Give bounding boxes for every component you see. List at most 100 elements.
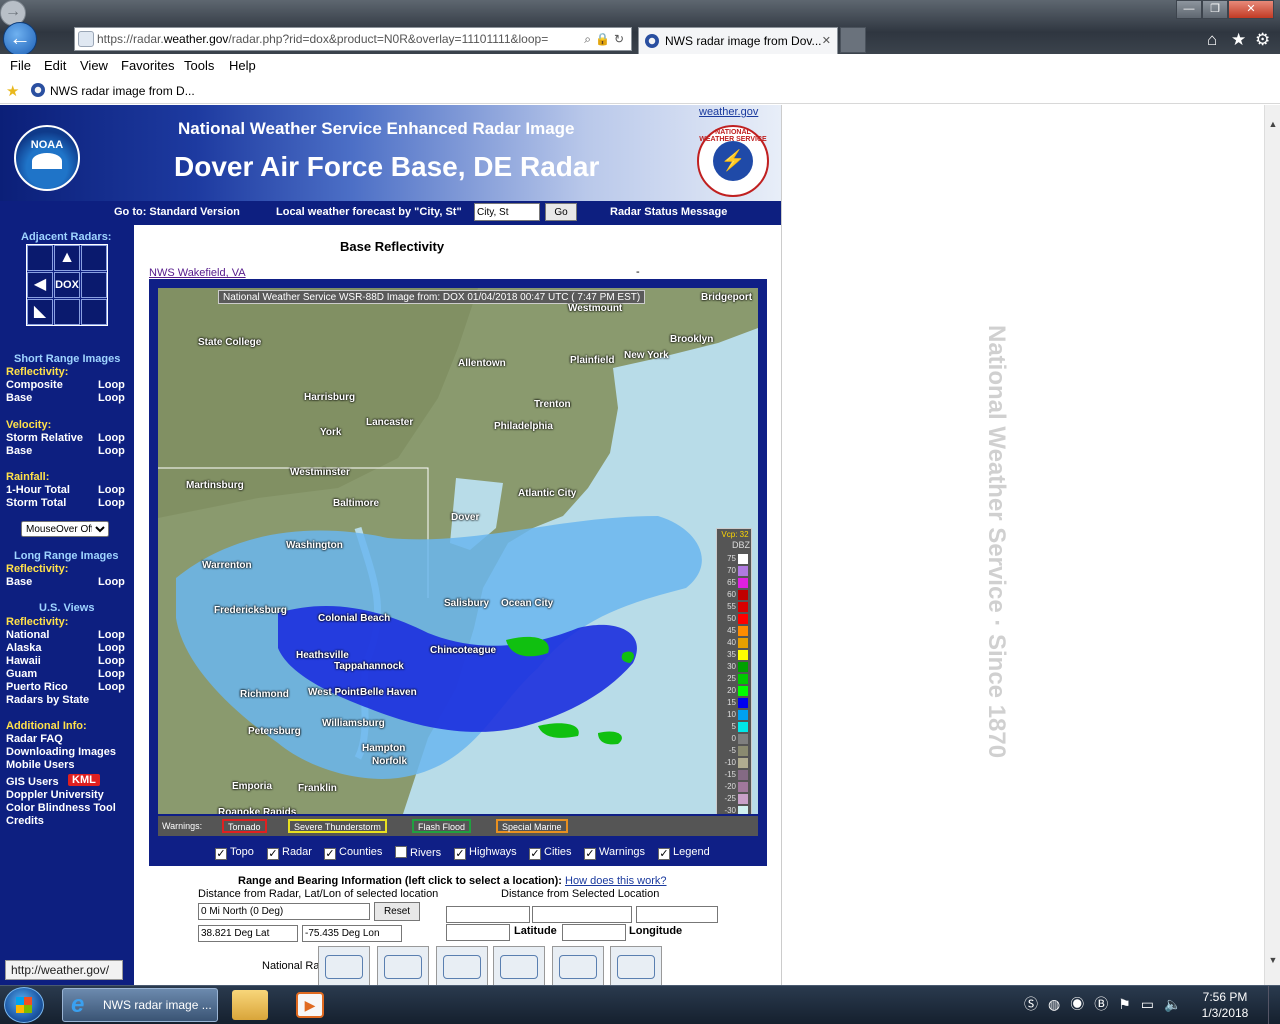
- favorites-star-icon[interactable]: ★: [6, 82, 19, 100]
- warning-tornado[interactable]: Tornado: [222, 819, 267, 833]
- base-velocity-link[interactable]: Base: [6, 445, 32, 457]
- menu-edit[interactable]: Edit: [44, 58, 66, 73]
- radar-status-link[interactable]: Radar Status Message: [610, 206, 727, 218]
- color-blindness-link[interactable]: Color Blindness Tool: [6, 802, 116, 814]
- composite-loop-link[interactable]: Loop: [98, 379, 125, 391]
- hawaii-loop-link[interactable]: Loop: [98, 655, 125, 667]
- weather-gov-link[interactable]: weather.gov: [699, 106, 758, 118]
- kml-badge[interactable]: KML: [68, 774, 100, 786]
- tab-close-icon[interactable]: ✕: [822, 28, 831, 54]
- warning-severe-thunderstorm[interactable]: Severe Thunderstorm: [288, 819, 387, 833]
- national-loop-link[interactable]: Loop: [98, 629, 125, 641]
- cities-checkbox[interactable]: ✓: [529, 848, 541, 860]
- storm-total-link[interactable]: Storm Total: [6, 497, 66, 509]
- address-bar[interactable]: https://radar.weather.gov/radar.php?rid=…: [74, 27, 632, 51]
- bluetooth-icon[interactable]: Ⓑ: [1094, 996, 1118, 1012]
- nws-logo[interactable]: NATIONAL WEATHER SERVICE ⚡: [697, 125, 769, 197]
- composite-reflectivity-link[interactable]: Composite: [6, 379, 63, 391]
- address-bar-icons[interactable]: ⌕🔒↻: [584, 28, 628, 50]
- base-reflectivity-link[interactable]: Base: [6, 392, 32, 404]
- alaska-link[interactable]: Alaska: [6, 642, 41, 654]
- vertical-scrollbar[interactable]: ▲ ▼: [1264, 105, 1280, 985]
- downloading-images-link[interactable]: Downloading Images: [6, 746, 116, 758]
- noaa-logo[interactable]: NOAA: [14, 125, 80, 191]
- radar-map[interactable]: National Weather Service WSR-88D Image f…: [158, 288, 758, 814]
- standard-version-link[interactable]: Go to: Standard Version: [114, 206, 240, 218]
- show-desktop-button[interactable]: [1268, 986, 1280, 1024]
- highways-checkbox[interactable]: ✓: [454, 848, 466, 860]
- layer-cities[interactable]: ✓ Cities: [529, 846, 572, 860]
- menu-tools[interactable]: Tools: [184, 58, 214, 73]
- legend-checkbox[interactable]: ✓: [658, 848, 670, 860]
- thumbnail-region-5[interactable]: [610, 946, 662, 985]
- puerto-rico-link[interactable]: Puerto Rico: [6, 681, 68, 693]
- new-tab-button[interactable]: [840, 27, 866, 53]
- thumbnail-region-2[interactable]: [436, 946, 488, 985]
- search-icon[interactable]: ⌕: [584, 32, 595, 46]
- clock-date[interactable]: 1/3/2018: [1190, 1006, 1260, 1020]
- layer-highways[interactable]: ✓ Highways: [454, 846, 517, 860]
- gear-icon[interactable]: ⚙: [1255, 30, 1270, 50]
- thumbnail-region-4[interactable]: [552, 946, 604, 985]
- mouseover-select[interactable]: MouseOver Off: [21, 521, 109, 537]
- selected-distance-field-2[interactable]: [532, 906, 632, 923]
- back-button[interactable]: ←: [3, 22, 37, 56]
- media-player-icon[interactable]: ▶: [296, 992, 324, 1018]
- guam-loop-link[interactable]: Loop: [98, 668, 125, 680]
- longitude-value-field[interactable]: -75.435 Deg Lon: [302, 925, 402, 942]
- start-button[interactable]: [4, 987, 44, 1023]
- latitude-value-field[interactable]: 38.821 Deg Lat: [198, 925, 298, 942]
- storm-relative-loop-link[interactable]: Loop: [98, 432, 125, 444]
- flag-icon[interactable]: ⚑: [1118, 996, 1141, 1012]
- taskbar-ie-window[interactable]: e NWS radar image ...: [62, 988, 218, 1022]
- thumbnail-region-3[interactable]: [493, 946, 545, 985]
- latitude-input[interactable]: [446, 924, 510, 941]
- nws-wakefield-link[interactable]: NWS Wakefield, VA: [149, 267, 246, 279]
- mobile-users-link[interactable]: Mobile Users: [6, 759, 74, 771]
- layer-counties[interactable]: ✓ Counties: [324, 846, 382, 860]
- system-tray[interactable]: Ⓢ◍◉Ⓑ⚑▭🔈: [1024, 994, 1191, 1014]
- adjacent-north-arrow-icon[interactable]: ▲: [54, 245, 80, 271]
- counties-checkbox[interactable]: ✓: [324, 848, 336, 860]
- topo-checkbox[interactable]: ✓: [215, 848, 227, 860]
- volume-icon[interactable]: 🔈: [1164, 996, 1191, 1012]
- selected-distance-field-3[interactable]: [636, 906, 718, 923]
- hawaii-link[interactable]: Hawaii: [6, 655, 41, 667]
- address-text[interactable]: https://radar.weather.gov/radar.php?rid=…: [97, 28, 548, 50]
- long-base-link[interactable]: Base: [6, 576, 32, 588]
- favorites-star-icon[interactable]: ★: [1231, 30, 1246, 50]
- clock-time[interactable]: 7:56 PM: [1190, 990, 1260, 1004]
- adjacent-west-arrow-icon[interactable]: ◀: [27, 272, 53, 298]
- layer-warnings[interactable]: ✓ Warnings: [584, 846, 645, 860]
- warning-special-marine[interactable]: Special Marine: [496, 819, 568, 833]
- file-explorer-icon[interactable]: [232, 990, 268, 1020]
- storm-total-loop-link[interactable]: Loop: [98, 497, 125, 509]
- go-button[interactable]: Go: [545, 203, 577, 221]
- distance-value-field[interactable]: 0 Mi North (0 Deg): [198, 903, 370, 920]
- layer-rivers[interactable]: Rivers: [395, 846, 441, 859]
- tab-nws-radar[interactable]: NWS radar image from Dov... ✕: [638, 27, 838, 54]
- rivers-checkbox[interactable]: [395, 846, 407, 858]
- puerto-rico-loop-link[interactable]: Loop: [98, 681, 125, 693]
- alaska-loop-link[interactable]: Loop: [98, 642, 125, 654]
- long-base-loop-link[interactable]: Loop: [98, 576, 125, 588]
- network-globe-icon[interactable]: ◉: [1070, 996, 1094, 1012]
- minimize-button[interactable]: —: [1176, 0, 1202, 19]
- menu-view[interactable]: View: [80, 58, 108, 73]
- layer-topo[interactable]: ✓ Topo: [215, 846, 254, 860]
- thumbnail-region-1[interactable]: [377, 946, 429, 985]
- warning-flash-flood[interactable]: Flash Flood: [412, 819, 472, 833]
- one-hour-total-link[interactable]: 1-Hour Total: [6, 484, 70, 496]
- display-icon[interactable]: ▭: [1141, 996, 1164, 1012]
- refresh-icon[interactable]: ↻: [614, 32, 628, 46]
- base-velocity-loop-link[interactable]: Loop: [98, 445, 125, 457]
- scroll-up-icon[interactable]: ▲: [1265, 119, 1280, 133]
- selected-distance-field-1[interactable]: [446, 906, 530, 923]
- maximize-button[interactable]: ❐: [1202, 0, 1228, 19]
- storm-relative-link[interactable]: Storm Relative: [6, 432, 83, 444]
- lock-icon[interactable]: 🔒: [595, 32, 614, 46]
- menu-favorites[interactable]: Favorites: [121, 58, 174, 73]
- credits-link[interactable]: Credits: [6, 815, 44, 827]
- reset-button[interactable]: Reset: [374, 902, 420, 921]
- city-state-input[interactable]: [474, 203, 540, 221]
